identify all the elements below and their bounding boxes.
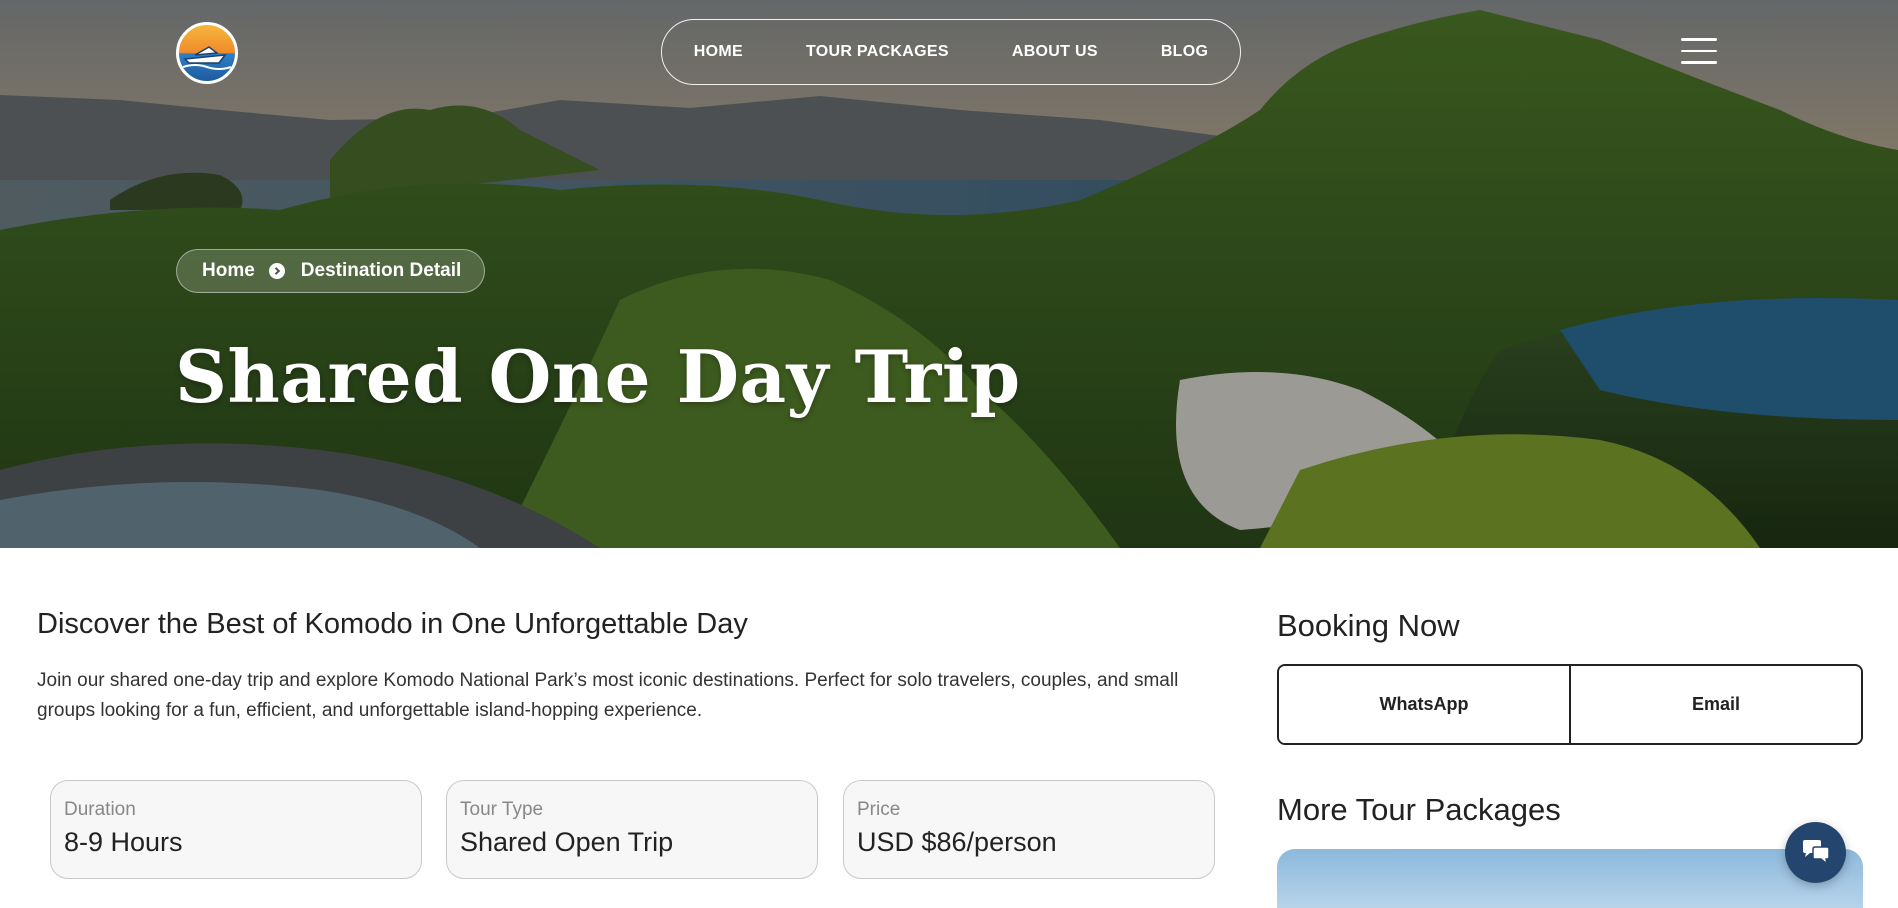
info-card-value: Shared Open Trip (460, 827, 674, 857)
intro-paragraph: Join our shared one-day trip and explore… (37, 670, 1179, 721)
info-card-label: Price (857, 799, 901, 820)
page-title: Shared One Day Trip (175, 334, 1021, 419)
info-card-label: Tour Type (460, 799, 544, 820)
nav-home-link[interactable]: HOME (694, 43, 743, 61)
whatsapp-button[interactable]: WhatsApp (1279, 666, 1569, 743)
info-card-price: Price USD $86/person (843, 780, 1215, 879)
brand-logo[interactable] (176, 22, 238, 84)
info-card-value: 8-9 Hours (64, 827, 183, 857)
chat-bubbles-icon (1802, 839, 1830, 866)
hamburger-menu-icon[interactable] (1681, 38, 1717, 66)
nav-tour-packages-link[interactable]: TOUR PACKAGES (806, 43, 949, 61)
email-button[interactable]: Email (1569, 666, 1861, 743)
chevron-right-circle-icon (268, 263, 285, 279)
breadcrumb-current: Destination Detail (300, 260, 462, 281)
booking-heading: Booking Now (1277, 608, 1460, 643)
info-card-tour-type: Tour Type Shared Open Trip (446, 780, 818, 879)
info-card-value: USD $86/person (857, 827, 1057, 857)
booking-options: WhatsApp Email (1277, 664, 1863, 745)
package-thumbnail-image[interactable] (1277, 849, 1863, 908)
boat-logo-icon (182, 46, 232, 70)
main-navigation: HOME TOUR PACKAGES ABOUT US BLOG (661, 19, 1241, 85)
info-card-label: Duration (64, 799, 136, 820)
hero-banner: HOME TOUR PACKAGES ABOUT US BLOG Home De… (0, 0, 1898, 548)
breadcrumb: Home Destination Detail (176, 249, 485, 293)
nav-blog-link[interactable]: BLOG (1161, 43, 1208, 61)
more-packages-heading: More Tour Packages (1277, 792, 1561, 827)
nav-about-us-link[interactable]: ABOUT US (1012, 43, 1098, 61)
chat-button[interactable] (1785, 822, 1846, 883)
section-heading: Discover the Best of Komodo in One Unfor… (37, 608, 748, 640)
info-card-duration: Duration 8-9 Hours (50, 780, 422, 879)
breadcrumb-home-link[interactable]: Home (202, 260, 255, 282)
